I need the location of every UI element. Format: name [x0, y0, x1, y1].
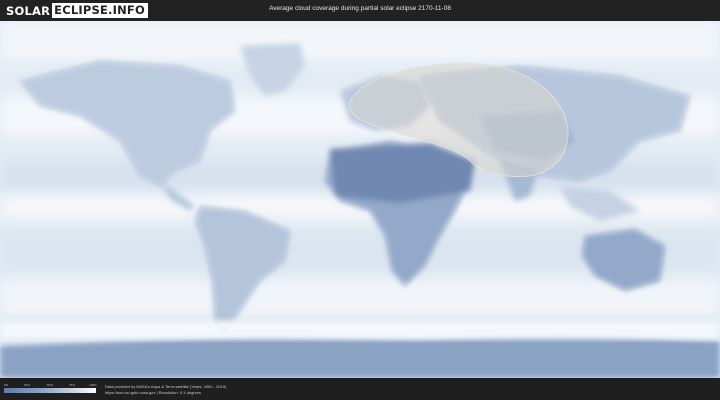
antarctic-cloud-ring	[0, 321, 720, 339]
scale-tick-25: 25%	[23, 383, 31, 387]
scale-tick-75: 75%	[68, 383, 76, 387]
logo-eclipse-text: ECLIPSE.INFO	[52, 3, 148, 18]
cloud-coverage-scale-bar	[4, 388, 96, 393]
world-map-svg	[0, 21, 720, 378]
footer-bar: 0% 25% 50% 75% 100% Data provided by NAS…	[0, 378, 720, 400]
scale-tick-0: 0%	[3, 383, 9, 387]
site-logo[interactable]: SOLAR ECLIPSE.INFO	[6, 3, 148, 18]
scale-tick-100: 100%	[89, 383, 97, 387]
header-bar: SOLAR ECLIPSE.INFO Average cloud coverag…	[0, 0, 720, 21]
page-title: Average cloud coverage during partial so…	[269, 5, 451, 12]
cloud-coverage-map	[0, 21, 720, 378]
data-credit: Data provided by NASA's Aqua & Terra sat…	[105, 384, 227, 389]
data-source-link[interactable]: https://neo.sci.gsfc.nasa.gov | Resoluti…	[105, 390, 201, 395]
scale-tick-50: 50%	[46, 383, 54, 387]
logo-solar-text: SOLAR	[6, 3, 51, 18]
